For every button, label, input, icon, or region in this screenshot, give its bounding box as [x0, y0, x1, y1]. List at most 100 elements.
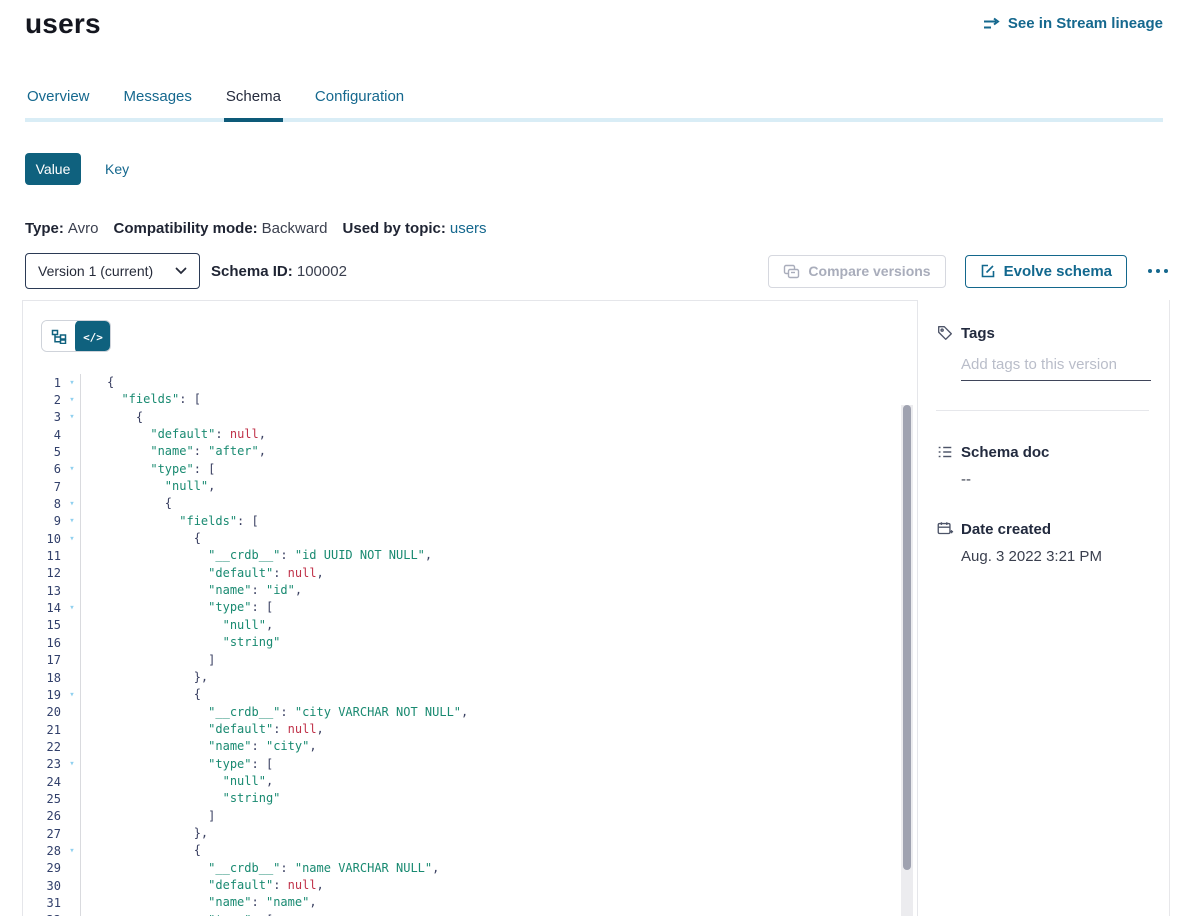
code-line: "fields": [	[107, 513, 917, 530]
editor-scrollbar[interactable]	[901, 405, 913, 916]
key-toggle-link[interactable]: Key	[105, 161, 129, 177]
code-line: "type": [	[107, 756, 917, 773]
line-number: 21	[23, 723, 64, 737]
line-number: 8	[23, 497, 64, 511]
fold-toggle-icon[interactable]: ▾	[64, 395, 80, 405]
editor-view-toggle: </>	[41, 320, 111, 352]
line-number: 6	[23, 462, 64, 476]
fold-toggle-icon[interactable]: ▾	[64, 534, 80, 544]
code-line: "string"	[107, 634, 917, 651]
schema-doc-value: --	[961, 471, 1149, 488]
calendar-plus-icon	[936, 520, 954, 538]
code-lines: { "fields": [ { "default": null, "name":…	[81, 374, 917, 916]
code-line: "type": [	[107, 599, 917, 616]
line-number: 19	[23, 688, 64, 702]
code-line: "null",	[107, 617, 917, 634]
fold-toggle-icon[interactable]: ▾	[64, 759, 80, 769]
fold-toggle-icon[interactable]: ▾	[64, 499, 80, 509]
version-select[interactable]: Version 1 (current)	[25, 253, 200, 289]
fold-toggle-icon[interactable]: ▾	[64, 464, 80, 474]
line-number: 27	[23, 827, 64, 841]
sidebar-divider	[936, 410, 1149, 411]
code-line: {	[107, 495, 917, 512]
code-line: "__crdb__": "id UUID NOT NULL",	[107, 547, 917, 564]
schema-meta-row: Type:Avro Compatibility mode: Backward Us…	[25, 220, 487, 237]
line-number: 5	[23, 445, 64, 459]
add-tags-input[interactable]	[961, 342, 1151, 381]
code-line: ]	[107, 808, 917, 825]
line-number: 15	[23, 618, 64, 632]
fold-toggle-icon[interactable]: ▾	[64, 378, 80, 388]
line-number: 14	[23, 601, 64, 615]
code-line: {	[107, 530, 917, 547]
code-line: "name": "after",	[107, 443, 917, 460]
fold-toggle-icon[interactable]: ▾	[64, 412, 80, 422]
used-by-topic-link[interactable]: users	[450, 220, 487, 237]
line-number: 1	[23, 376, 64, 390]
line-number: 30	[23, 879, 64, 893]
line-number: 16	[23, 636, 64, 650]
code-scroll-area[interactable]: 1▾2▾3▾456▾78▾9▾10▾11121314▾1516171819▾20…	[23, 353, 917, 916]
code-line: "string"	[107, 790, 917, 807]
schema-id-label: Schema ID:	[211, 263, 293, 280]
fold-toggle-icon[interactable]: ▾	[64, 690, 80, 700]
code-line: {	[107, 409, 917, 426]
line-number: 26	[23, 809, 64, 823]
code-line: },	[107, 825, 917, 842]
code-line: "name": "name",	[107, 894, 917, 911]
code-line: "__crdb__": "city VARCHAR NOT NULL",	[107, 704, 917, 721]
schema-doc-heading: Schema doc	[961, 444, 1049, 461]
line-number: 24	[23, 775, 64, 789]
fold-toggle-icon[interactable]: ▾	[64, 603, 80, 613]
tab-overview[interactable]: Overview	[25, 88, 92, 118]
code-view-icon: </>	[83, 331, 103, 344]
code-view-button[interactable]: </>	[75, 320, 111, 352]
tree-view-button[interactable]	[42, 321, 76, 351]
editor-scrollbar-thumb[interactable]	[903, 405, 911, 870]
evolve-schema-button[interactable]: Evolve schema	[965, 255, 1127, 288]
line-number: 10	[23, 532, 64, 546]
see-in-stream-lineage-link[interactable]: See in Stream lineage	[983, 15, 1163, 32]
fold-toggle-icon[interactable]: ▾	[64, 516, 80, 526]
code-line: "null",	[107, 478, 917, 495]
fold-toggle-icon[interactable]: ▾	[64, 846, 80, 856]
version-bar: Version 1 (current) Schema ID: 100002 Co…	[25, 253, 1170, 289]
type-value: Avro	[68, 220, 99, 237]
code-line: "fields": [	[107, 391, 917, 408]
page-title: users	[25, 8, 101, 40]
line-number: 18	[23, 671, 64, 685]
used-by-topic-label: Used by topic:	[343, 220, 446, 237]
line-number: 4	[23, 428, 64, 442]
compatibility-value: Backward	[262, 220, 328, 237]
list-icon	[936, 443, 954, 461]
compatibility-label: Compatibility mode:	[113, 220, 257, 237]
line-number: 3	[23, 410, 64, 424]
line-number: 2	[23, 393, 64, 407]
line-number: 28	[23, 844, 64, 858]
tree-view-icon	[51, 329, 67, 344]
line-number: 11	[23, 549, 64, 563]
code-line: "default": null,	[107, 721, 917, 738]
compare-versions-button[interactable]: Compare versions	[768, 255, 945, 288]
value-key-toggle: Value Key	[25, 153, 129, 185]
stream-lineage-icon	[983, 17, 1001, 31]
compare-icon	[783, 263, 800, 280]
line-number: 22	[23, 740, 64, 754]
date-created-heading: Date created	[961, 521, 1051, 538]
tab-configuration[interactable]: Configuration	[313, 88, 406, 118]
value-toggle-button[interactable]: Value	[25, 153, 81, 185]
line-number: 9	[23, 514, 64, 528]
code-line: ]	[107, 652, 917, 669]
code-line: "null",	[107, 773, 917, 790]
code-line: },	[107, 669, 917, 686]
line-number: 20	[23, 705, 64, 719]
edit-icon	[980, 263, 996, 279]
line-number: 23	[23, 757, 64, 771]
more-options-button[interactable]	[1146, 265, 1170, 277]
tab-schema[interactable]: Schema	[224, 88, 283, 122]
code-line: "name": "id",	[107, 582, 917, 599]
schema-code-panel: </> 1▾2▾3▾456▾78▾9▾10▾11121314▾151617181…	[22, 300, 918, 916]
date-created-value: Aug. 3 2022 3:21 PM	[961, 548, 1149, 565]
type-label: Type:	[25, 220, 64, 237]
tab-messages[interactable]: Messages	[122, 88, 194, 118]
